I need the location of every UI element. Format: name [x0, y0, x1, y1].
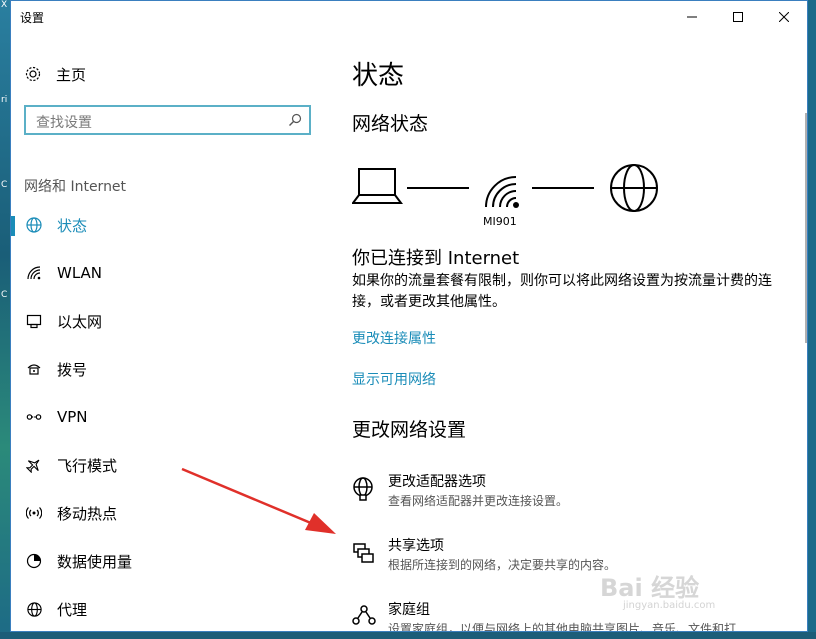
sidebar: 主页 查找设置 网络和 Internet 状态 WLAN 以太网 拨号 VPN … [11, 33, 321, 631]
sidebar-item-label: 以太网 [57, 312, 103, 331]
show-available-networks-link[interactable]: 显示可用网络 [352, 369, 436, 389]
globe-icon [26, 601, 42, 617]
network-status-heading: 网络状态 [352, 113, 429, 135]
gear-icon [25, 66, 41, 82]
sidebar-item-dialup[interactable]: 拨号 [11, 354, 311, 384]
settings-window: 设置 主页 查找设置 网络和 Internet 状态 WLAN 以太网 拨号 V… [10, 0, 808, 632]
sidebar-item-label: 状态 [57, 216, 88, 235]
setting-title: 家庭组 [388, 602, 430, 618]
internet-globe-icon [610, 164, 658, 212]
search-input[interactable]: 查找设置 [24, 105, 311, 135]
section-header: 网络和 Internet [24, 179, 127, 195]
minimize-icon [687, 16, 697, 18]
sidebar-item-data-usage[interactable]: 数据使用量 [11, 546, 311, 576]
watermark-logo: Bai 经验 [600, 574, 700, 602]
search-icon[interactable] [288, 113, 302, 127]
close-button[interactable] [761, 1, 807, 33]
change-adapter-options[interactable]: 更改适配器选项 查看网络适配器并更改连接设置。 [352, 471, 792, 515]
airplane-icon [26, 459, 40, 473]
wifi-signal-icon [485, 176, 519, 208]
main-content: 状态 网络状态 MI901 你已连接到 Internet 如果你的流量套餐有限制… [352, 33, 792, 632]
setting-description: 查看网络适配器并更改连接设置。 [388, 494, 569, 508]
change-network-settings-heading: 更改网络设置 [352, 419, 467, 441]
setting-description: 根据所连接到的网络，决定要共享的内容。 [388, 558, 617, 572]
dialup-icon [27, 364, 41, 375]
home-label: 主页 [56, 65, 87, 84]
desktop-background-left: X ri C C [0, 0, 10, 639]
scrollbar-thumb[interactable] [805, 113, 807, 343]
homegroup-icon [352, 605, 376, 625]
setting-description: 设置家庭组，以便与网络上的其他电脑共享图片、音乐、文件和打 [388, 622, 737, 632]
sidebar-item-ethernet[interactable]: 以太网 [11, 306, 311, 336]
data-usage-icon [26, 553, 42, 569]
sidebar-item-label: WLAN [57, 264, 103, 282]
sidebar-item-airplane-mode[interactable]: 飞行模式 [11, 450, 311, 480]
title-bar[interactable]: 设置 [11, 1, 807, 33]
homegroup-option[interactable]: 家庭组 设置家庭组，以便与网络上的其他电脑共享图片、音乐、文件和打 [352, 599, 792, 632]
home-nav-item[interactable]: 主页 [24, 63, 86, 85]
hotspot-icon [26, 507, 42, 519]
globe-icon [26, 217, 42, 233]
sidebar-item-proxy[interactable]: 代理 [11, 594, 311, 624]
minimize-button[interactable] [669, 1, 715, 33]
page-title: 状态 [352, 61, 405, 91]
laptop-icon [352, 168, 403, 204]
sidebar-item-label: 拨号 [57, 360, 88, 379]
sidebar-item-label: 移动热点 [57, 504, 118, 523]
wifi-icon [27, 266, 41, 280]
desktop-background-bottom [0, 632, 816, 639]
sidebar-item-label: 数据使用量 [57, 552, 133, 571]
network-diagram: MI901 [352, 163, 662, 233]
sidebar-item-status[interactable]: 状态 [11, 210, 311, 240]
maximize-icon [733, 12, 743, 22]
setting-title: 共享选项 [388, 538, 444, 554]
search-placeholder: 查找设置 [36, 115, 92, 131]
network-name: MI901 [483, 215, 517, 228]
sidebar-item-label: VPN [57, 408, 88, 426]
watermark-url: jingyan.baidu.com [623, 600, 716, 611]
vpn-icon [26, 414, 42, 420]
sidebar-item-wlan[interactable]: WLAN [11, 258, 311, 288]
adapter-globe-icon [353, 477, 373, 501]
setting-title: 更改适配器选项 [388, 474, 486, 490]
ethernet-icon [26, 314, 42, 329]
sharing-icon [353, 543, 374, 563]
window-title: 设置 [20, 11, 45, 25]
close-icon [779, 12, 789, 22]
active-indicator [11, 216, 15, 236]
sidebar-item-mobile-hotspot[interactable]: 移动热点 [11, 498, 311, 528]
desktop-background-right [808, 0, 816, 639]
sharing-options[interactable]: 共享选项 根据所连接到的网络，决定要共享的内容。 [352, 535, 792, 579]
sidebar-item-label: 飞行模式 [57, 456, 118, 475]
connected-description: 如果你的流量套餐有限制，则你可以将此网络设置为按流量计费的连接，或者更改其他属性… [352, 273, 772, 310]
sidebar-item-label: 代理 [57, 600, 88, 619]
connected-heading: 你已连接到 Internet [352, 248, 520, 269]
sidebar-item-vpn[interactable]: VPN [11, 402, 311, 432]
maximize-button[interactable] [715, 1, 761, 33]
change-connection-properties-link[interactable]: 更改连接属性 [352, 328, 436, 348]
